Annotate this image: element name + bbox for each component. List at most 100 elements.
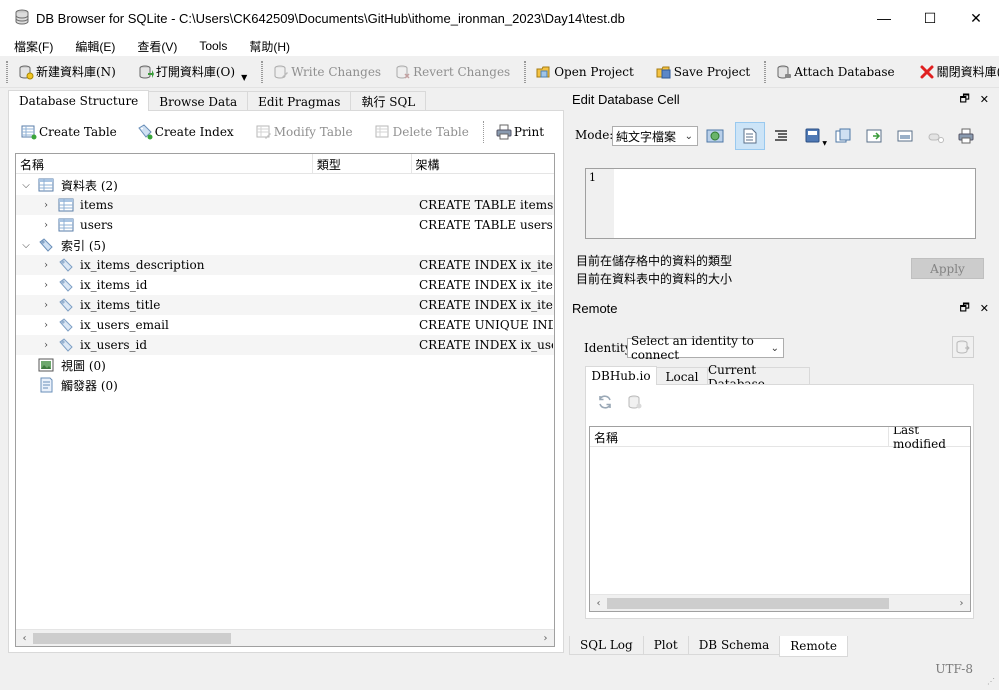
chevron-right-icon[interactable]: › <box>40 275 52 295</box>
scroll-left-icon[interactable]: ‹ <box>590 595 607 611</box>
tree-group-triggers[interactable]: 觸發器 (0) <box>16 375 554 395</box>
index-row[interactable]: › ix_users_email CREATE UNIQUE INDEX <box>16 315 554 335</box>
close-dock-icon[interactable]: ✕ <box>980 93 989 106</box>
tab-remote[interactable]: Remote <box>779 636 848 657</box>
tree-horizontal-scrollbar[interactable]: ‹ › <box>16 629 554 646</box>
refresh-button[interactable] <box>594 391 616 413</box>
write-changes-button[interactable]: Write Changes <box>267 60 389 84</box>
index-name: ix_items_description <box>80 258 205 272</box>
table-row[interactable]: › users CREATE TABLE users ( id <box>16 215 554 235</box>
mode-select[interactable]: 純文字檔案 ⌄ <box>612 126 698 146</box>
tab-current-database[interactable]: Current Database <box>707 363 810 391</box>
scroll-left-icon[interactable]: ‹ <box>16 630 33 646</box>
column-header-name[interactable]: 名稱 <box>590 427 889 447</box>
index-row[interactable]: › ix_items_id CREATE INDEX ix_items_ <box>16 275 554 295</box>
print-cell-button[interactable] <box>954 124 978 148</box>
scrollbar-thumb[interactable] <box>607 598 889 609</box>
scroll-right-icon[interactable]: › <box>953 595 970 611</box>
table-name: users <box>80 218 113 232</box>
open-editor-button[interactable] <box>893 124 917 148</box>
column-header-type[interactable]: 類型 <box>313 154 412 174</box>
format-button[interactable] <box>769 124 793 148</box>
chevron-right-icon[interactable]: › <box>40 295 52 315</box>
toolbar-grip[interactable] <box>524 60 527 83</box>
remote-horizontal-scrollbar[interactable]: ‹ › <box>590 594 970 611</box>
create-table-button[interactable]: Create Table <box>17 120 125 144</box>
new-database-button[interactable]: 新建資料庫(N) <box>12 60 124 84</box>
clear-cell-button[interactable] <box>924 124 948 148</box>
tree-group-indices[interactable]: ⌵ 索引 (5) <box>16 235 554 255</box>
index-row[interactable]: › ix_users_id CREATE INDEX ix_users_ <box>16 335 554 355</box>
print-button[interactable]: Print <box>490 120 552 144</box>
open-database-dropdown-icon[interactable]: ▼ <box>241 73 247 82</box>
float-dock-icon[interactable]: 🗗 <box>959 90 969 109</box>
tab-edit-pragmas[interactable]: Edit Pragmas <box>247 91 352 111</box>
tab-database-structure[interactable]: Database Structure <box>8 90 150 111</box>
delete-table-label: Delete Table <box>392 125 469 139</box>
schema-tree[interactable]: 名稱 類型 架構 ⌵ 資料表 (2) › items CREATE TABLE … <box>15 153 555 647</box>
save-project-button[interactable]: Save Project <box>650 60 758 84</box>
attach-database-button[interactable]: Attach Database <box>770 60 902 84</box>
minimize-button[interactable]: — <box>861 0 907 36</box>
tab-plot[interactable]: Plot <box>642 636 689 655</box>
chevron-right-icon[interactable]: › <box>40 255 52 275</box>
import-button[interactable]: ▼ <box>801 124 827 148</box>
tab-db-schema[interactable]: DB Schema <box>687 636 781 655</box>
resize-grip-icon[interactable]: ⋰ <box>987 677 995 686</box>
export-button[interactable] <box>831 124 855 148</box>
modify-table-button[interactable]: Modify Table <box>250 120 361 144</box>
set-null-button[interactable] <box>862 124 886 148</box>
menu-help[interactable]: 幫助(H) <box>243 38 298 55</box>
scrollbar-thumb[interactable] <box>33 633 231 644</box>
tab-execute-sql[interactable]: 執行 SQL <box>350 91 427 111</box>
identity-select[interactable]: Select an identity to connect ⌄ <box>627 334 784 362</box>
toolbar-grip[interactable] <box>6 60 8 83</box>
create-index-button[interactable]: Create Index <box>131 120 242 144</box>
table-row[interactable]: › items CREATE TABLE items ( id <box>16 195 554 215</box>
remote-file-table[interactable]: 名稱 Last modified ‹ › <box>589 426 971 612</box>
create-table-label: Create Table <box>39 125 117 139</box>
menu-file[interactable]: 檔案(F) <box>8 38 61 55</box>
close-window-button[interactable]: ✕ <box>953 0 999 36</box>
tree-group-views[interactable]: 視圖 (0) <box>16 355 554 375</box>
tab-sql-log[interactable]: SQL Log <box>569 636 644 655</box>
open-database-button[interactable]: 打開資料庫(O) ▼ <box>132 60 255 84</box>
open-project-button[interactable]: Open Project <box>530 60 642 84</box>
menu-tools[interactable]: Tools <box>193 39 235 53</box>
column-header-schema[interactable]: 架構 <box>412 154 554 174</box>
chevron-right-icon[interactable]: › <box>40 195 52 215</box>
remote-push-button[interactable] <box>952 336 974 358</box>
column-header-name[interactable]: 名稱 <box>16 154 313 174</box>
close-dock-icon[interactable]: ✕ <box>980 302 989 315</box>
index-row[interactable]: › ix_items_description CREATE INDEX ix_i… <box>16 255 554 275</box>
delete-table-button[interactable]: Delete Table <box>369 120 477 144</box>
auto-switch-mode-button[interactable] <box>703 124 727 148</box>
cell-editor[interactable]: 1 <box>585 168 976 239</box>
revert-changes-button[interactable]: Revert Changes <box>389 60 518 84</box>
tab-browse-data[interactable]: Browse Data <box>148 91 249 111</box>
clone-button[interactable] <box>624 391 646 413</box>
toolbar-grip[interactable] <box>764 60 767 83</box>
chevron-down-icon[interactable]: ⌵ <box>20 235 32 255</box>
word-wrap-button[interactable] <box>735 122 765 150</box>
chevron-down-icon[interactable]: ⌵ <box>20 175 32 195</box>
main-toolbar: 新建資料庫(N) 打開資料庫(O) ▼ Write Changes Revert… <box>0 56 999 88</box>
menu-edit[interactable]: 編輯(E) <box>69 38 123 55</box>
index-row[interactable]: › ix_items_title CREATE INDEX ix_items_ <box>16 295 554 315</box>
chevron-right-icon[interactable]: › <box>40 335 52 355</box>
toolbar-grip[interactable] <box>261 60 264 83</box>
tree-group-tables[interactable]: ⌵ 資料表 (2) <box>16 175 554 195</box>
scroll-right-icon[interactable]: › <box>537 630 554 646</box>
chevron-right-icon[interactable]: › <box>40 315 52 335</box>
export-icon <box>835 128 851 143</box>
maximize-button[interactable]: ☐ <box>907 0 953 36</box>
close-database-button[interactable]: 關閉資料庫(C) <box>913 60 999 84</box>
column-header-last-modified[interactable]: Last modified <box>889 427 970 451</box>
index-name: ix_users_email <box>80 318 169 332</box>
float-dock-icon[interactable]: 🗗 <box>959 299 969 318</box>
chevron-right-icon[interactable]: › <box>40 215 52 235</box>
menu-view[interactable]: 查看(V) <box>131 38 185 55</box>
tab-local[interactable]: Local <box>656 367 708 385</box>
apply-button[interactable]: Apply <box>911 258 984 279</box>
tab-dbhub[interactable]: DBHub.io <box>585 366 657 385</box>
